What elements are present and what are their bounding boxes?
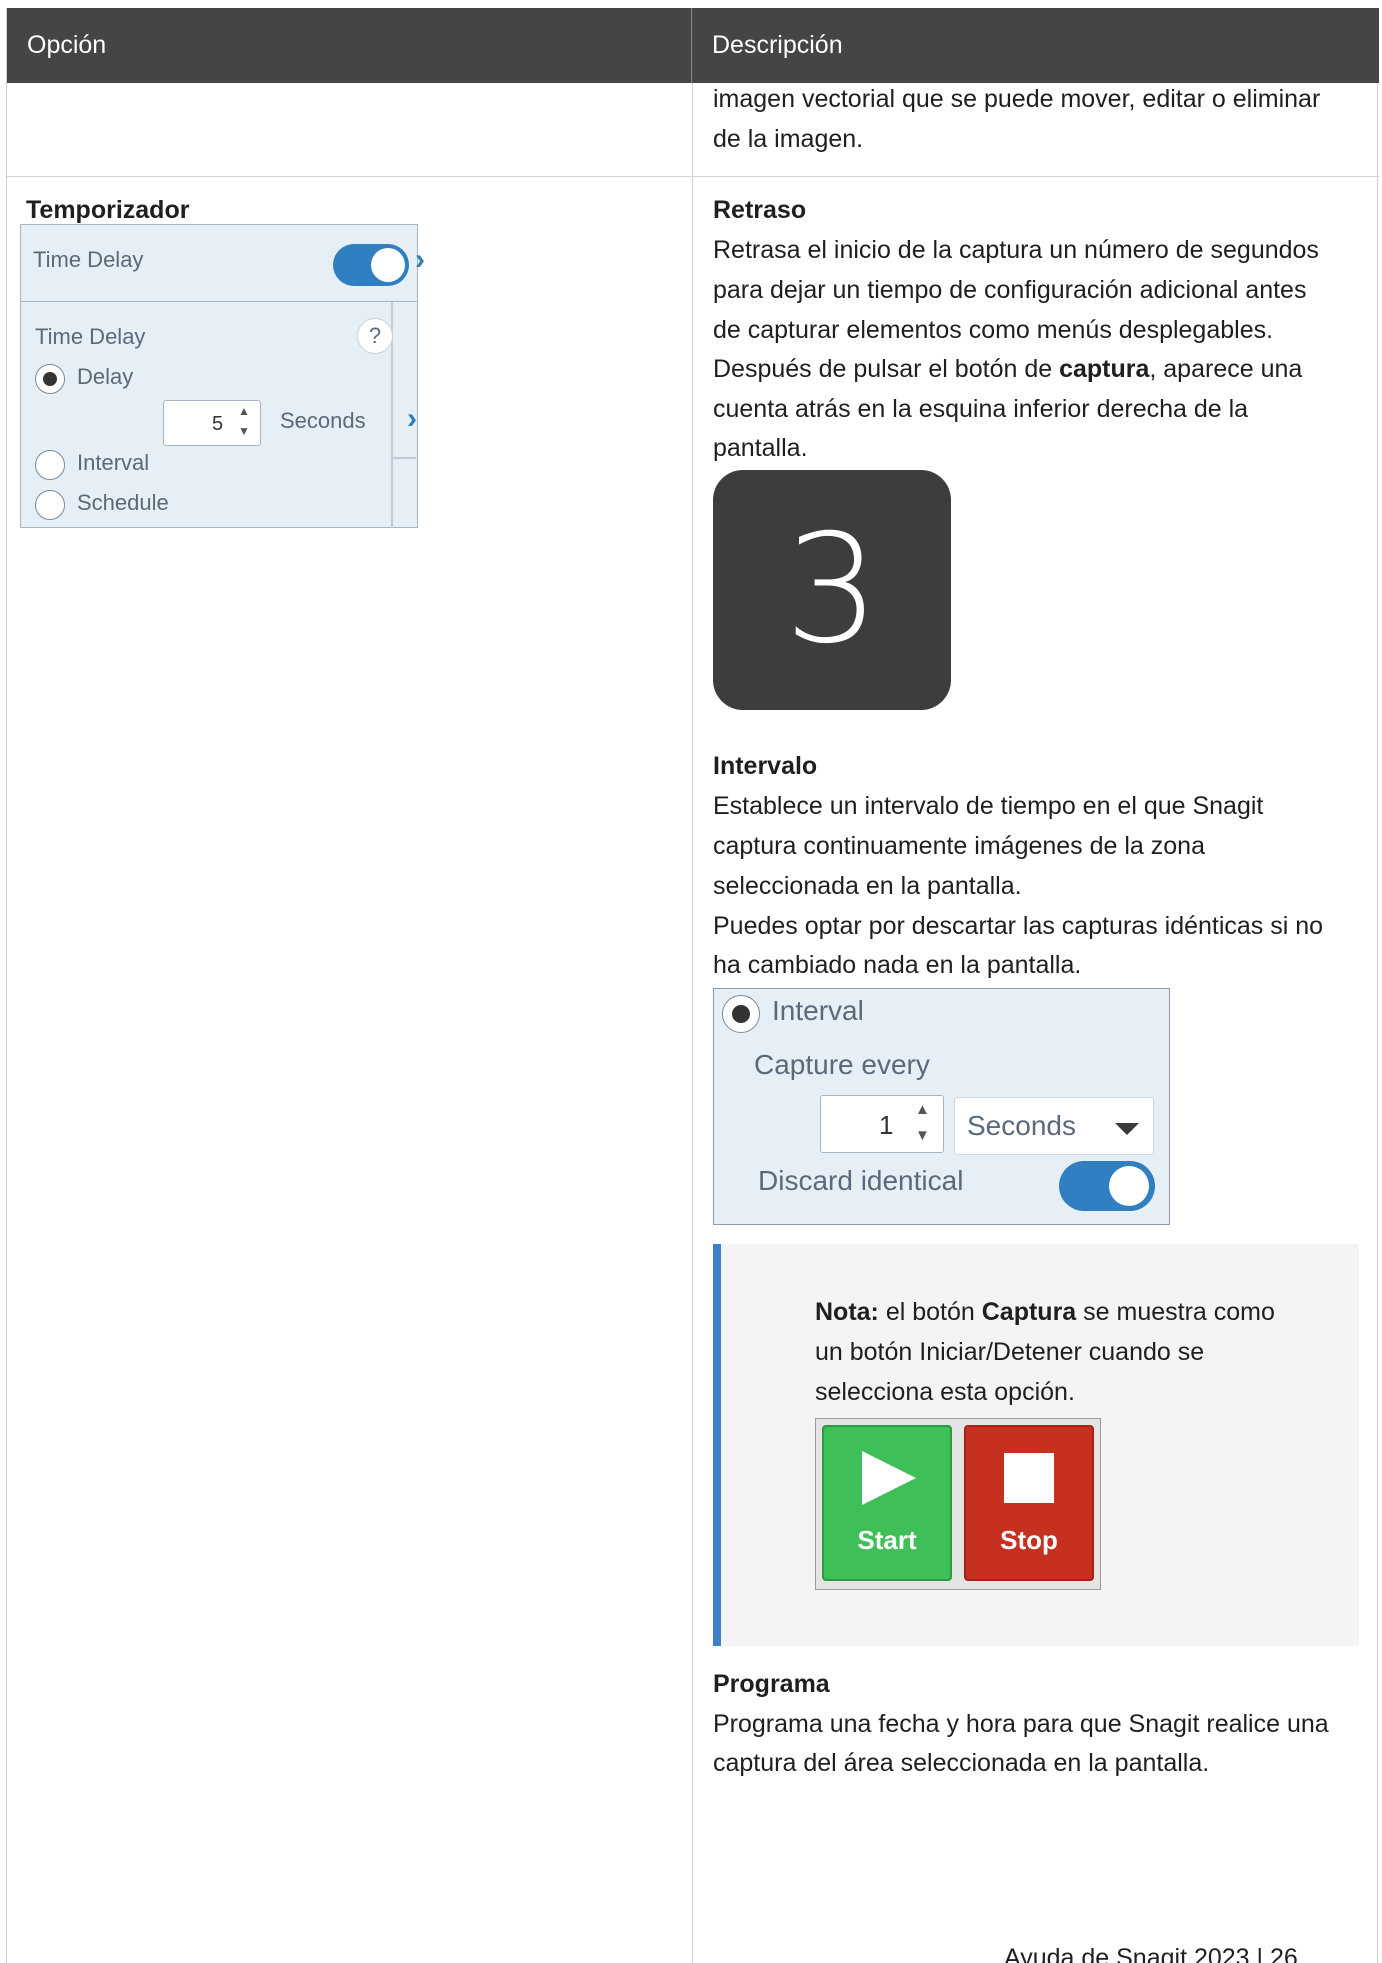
chevron-right-icon[interactable]: ›: [407, 402, 417, 436]
toggle-knob: [371, 248, 405, 282]
interval-text-line5: ha cambiado nada en la pantalla.: [713, 951, 1082, 979]
interval-option-label: Interval: [772, 995, 864, 1026]
interval-text-line2: captura continuamente imágenes de la zon…: [713, 832, 1205, 860]
column-divider: [692, 83, 693, 1963]
discard-identical-toggle[interactable]: [1059, 1161, 1155, 1211]
header-description: Descripción: [712, 31, 843, 59]
radio-delay-label: Delay: [77, 364, 134, 389]
note-text-part2: se muestra como: [1076, 1298, 1275, 1326]
stepper-down-icon[interactable]: ▼: [915, 1128, 930, 1143]
delay-stepper[interactable]: 5 ▲ ▼: [163, 400, 261, 446]
radio-interval-label: Interval: [77, 450, 150, 475]
stepper-up-icon[interactable]: ▲: [238, 405, 250, 417]
capture-every-label: Capture every: [754, 1049, 930, 1080]
delay-text-line4-start: Después de pulsar el botón de: [713, 355, 1060, 383]
delay-unit-label: Seconds: [280, 408, 366, 433]
radio-selected-dot: [43, 372, 57, 386]
note-text-part1: el botón: [878, 1298, 982, 1326]
interval-widget: Interval Capture every 1 ▲ ▼ Seconds Dis…: [713, 988, 1170, 1225]
note-box: Nota: el botón Captura se muestra como u…: [713, 1244, 1359, 1646]
row-divider: [7, 176, 1379, 177]
interval-text-line1: Establece un intervalo de tiempo en el q…: [713, 792, 1264, 820]
prev-row-text-line1: imagen vectorial que se puede mover, edi…: [713, 85, 1321, 113]
delay-text-line4-bold: captura: [1059, 355, 1150, 383]
interval-value: 1: [879, 1110, 894, 1140]
start-button-label: Start: [857, 1525, 917, 1555]
schedule-text-line1: Programa una fecha y hora para que Snagi…: [713, 1710, 1329, 1738]
interval-text-line3: seleccionada en la pantalla.: [713, 872, 1022, 900]
prev-row-text-line2: de la imagen.: [713, 125, 864, 153]
delay-text-line2: para dejar un tiempo de configuración ad…: [713, 276, 1307, 304]
start-stop-buttons: Start Stop: [815, 1418, 1101, 1590]
interval-unit-select[interactable]: Seconds: [954, 1097, 1154, 1155]
delay-text-line4-end: , aparece una: [1149, 355, 1303, 383]
delay-text-line6: pantalla.: [713, 434, 808, 462]
radio-delay[interactable]: [35, 364, 65, 394]
countdown-image: 3: [713, 470, 951, 710]
note-text: Nota: el botón Captura se muestra como u…: [815, 1292, 1335, 1412]
interval-text-line4: Puedes optar por descartar las capturas …: [713, 912, 1324, 940]
play-icon: [862, 1451, 916, 1505]
radio-interval-selected[interactable]: [722, 995, 760, 1033]
delay-text-line4: Después de pulsar el botón de captura, a…: [713, 349, 1302, 389]
stop-button-label: Stop: [1000, 1525, 1058, 1555]
help-icon[interactable]: ?: [357, 318, 393, 354]
note-line1: Nota: el botón Captura se muestra como: [815, 1292, 1335, 1332]
caret-down-icon: [1115, 1123, 1139, 1135]
header-option: Opción: [7, 8, 692, 83]
radio-interval[interactable]: [35, 450, 65, 480]
time-delay-header-label: Time Delay: [33, 247, 144, 272]
stop-button[interactable]: Stop: [964, 1425, 1094, 1581]
delay-text-line3: de capturar elementos como menús despleg…: [713, 316, 1274, 344]
interval-stepper[interactable]: 1 ▲ ▼: [820, 1095, 944, 1153]
note-label: Nota:: [815, 1298, 879, 1326]
stepper-down-icon[interactable]: ▼: [238, 425, 250, 437]
table-header: Opción Descripción: [7, 8, 1379, 83]
time-delay-panel: Time Delay ? Delay 5 ▲ ▼ Seconds › Inter…: [20, 302, 418, 528]
schedule-text-line2: captura del área seleccionada en la pant…: [713, 1749, 1210, 1777]
toggle-knob: [1109, 1166, 1149, 1206]
note-line2: un botón Iniciar/Detener cuando se: [815, 1338, 1205, 1366]
stepper-up-icon[interactable]: ▲: [915, 1102, 930, 1117]
interval-title: Intervalo: [713, 752, 818, 780]
time-delay-header: Time Delay ›: [20, 224, 425, 302]
time-delay-toggle[interactable]: [333, 244, 409, 286]
radio-schedule-label: Schedule: [77, 490, 169, 515]
start-button[interactable]: Start: [822, 1425, 952, 1581]
time-delay-panel-title: Time Delay: [35, 324, 146, 349]
delay-text-line1: Retrasa el inicio de la captura un númer…: [713, 236, 1319, 264]
panel-divider-horizontal: [391, 457, 416, 459]
chevron-right-icon[interactable]: ›: [415, 243, 425, 277]
note-bold-capture: Captura: [981, 1298, 1077, 1326]
interval-unit-value: Seconds: [967, 1110, 1076, 1141]
page-footer: Ayuda de Snagit 2023 | 26: [1004, 1944, 1298, 1963]
schedule-title: Programa: [713, 1670, 830, 1698]
radio-schedule[interactable]: [35, 490, 65, 520]
stop-icon: [1004, 1453, 1054, 1503]
delay-text-line5: cuenta atrás en la esquina inferior dere…: [713, 395, 1249, 423]
delay-title: Retraso: [713, 196, 807, 224]
note-line3: selecciona esta opción.: [815, 1378, 1075, 1406]
delay-value: 5: [212, 413, 224, 435]
discard-identical-label: Discard identical: [758, 1165, 964, 1196]
radio-selected-dot: [732, 1005, 750, 1023]
